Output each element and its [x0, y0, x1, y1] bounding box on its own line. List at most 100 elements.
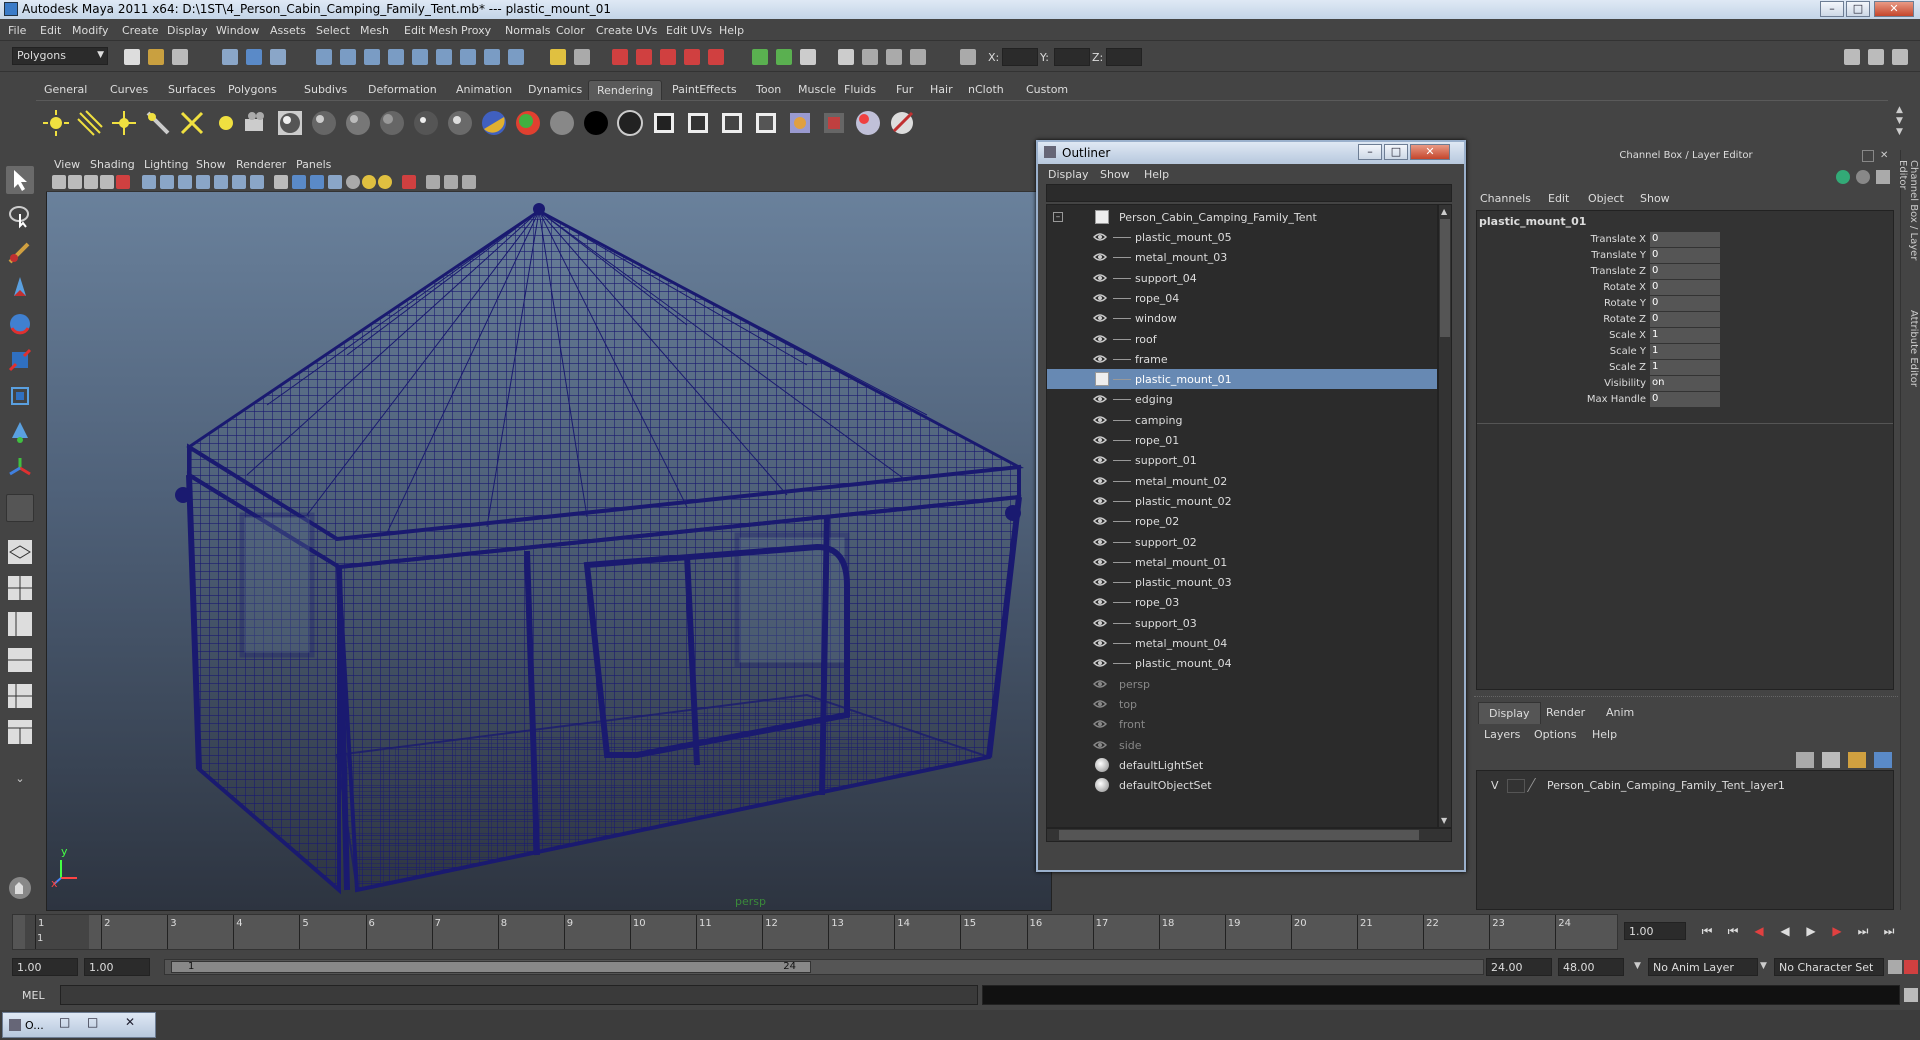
channel-row[interactable]: Scale X 1 — [1476, 328, 1894, 344]
menu-modify[interactable]: Modify — [72, 24, 108, 37]
channel-value[interactable]: 0 — [1650, 248, 1720, 263]
select-tool-icon[interactable] — [6, 166, 34, 194]
ambient-light-icon[interactable] — [212, 109, 240, 137]
volume-light-icon[interactable] — [178, 109, 206, 137]
command-input[interactable] — [60, 985, 978, 1005]
lasso-tool-icon[interactable] — [6, 202, 34, 230]
anim-layer-dropdown[interactable]: No Anim Layer — [1648, 958, 1758, 976]
character-set-chevron-icon[interactable]: ▼ — [1760, 961, 1767, 971]
persp-graph-layout-icon[interactable] — [6, 646, 34, 674]
rotate-tool-icon[interactable] — [6, 310, 34, 338]
shelf-tab-subdivs[interactable]: Subdivs — [296, 80, 355, 100]
menu-normals[interactable]: Normals — [505, 24, 551, 37]
channel-value[interactable]: 0 — [1650, 264, 1720, 279]
range-bar[interactable]: 1 24 — [164, 959, 1484, 975]
layer-tab-display[interactable]: Display — [1478, 702, 1541, 724]
render-current-frame-icon[interactable] — [684, 109, 712, 137]
outliner-vertical-scrollbar[interactable]: ▲ ▼ — [1438, 204, 1452, 828]
outliner-item-row[interactable]: frame — [1047, 349, 1437, 369]
outliner-item-row[interactable]: roof — [1047, 329, 1437, 349]
mask-icon[interactable] — [412, 49, 428, 65]
outliner-item-row[interactable]: rope_03 — [1047, 592, 1437, 612]
channel-box-menu-channels[interactable]: Channels — [1480, 192, 1531, 205]
shelf-tab-hair[interactable]: Hair — [922, 80, 961, 100]
two-d-pan-icon[interactable] — [116, 175, 130, 189]
menu-help[interactable]: Help — [719, 24, 744, 37]
black-shader-icon[interactable] — [582, 109, 610, 137]
animation-preferences-icon[interactable] — [1904, 960, 1918, 974]
outliner-item-row[interactable]: plastic_mount_03 — [1047, 572, 1437, 592]
camera-attributes-icon[interactable] — [68, 175, 82, 189]
channel-value[interactable]: 0 — [1650, 296, 1720, 311]
safe-action-icon[interactable] — [232, 175, 246, 189]
history-icon[interactable] — [800, 49, 816, 65]
single-pane-layout-icon[interactable] — [6, 538, 34, 566]
outliner-item-row[interactable]: support_03 — [1047, 613, 1437, 633]
script-editor-icon[interactable] — [1904, 988, 1918, 1002]
go-to-end-icon[interactable]: ⏭ — [1880, 924, 1898, 942]
anim-end-field[interactable]: 48.00 — [1558, 958, 1624, 976]
area-light-icon[interactable] — [144, 109, 172, 137]
y-field[interactable] — [1054, 48, 1090, 66]
menu-edit[interactable]: Edit — [40, 24, 61, 37]
channel-box-menu-edit[interactable]: Edit — [1548, 192, 1569, 205]
four-pane-layout-icon[interactable] — [6, 574, 34, 602]
anim-start-field[interactable]: 1.00 — [84, 958, 150, 976]
menu-file[interactable]: File — [8, 24, 26, 37]
smooth-shade-icon[interactable] — [292, 175, 306, 189]
channel-row[interactable]: Translate X 0 — [1476, 232, 1894, 248]
anisotropic-material-icon[interactable] — [412, 109, 440, 137]
shelf-tab-curves[interactable]: Curves — [102, 80, 156, 100]
lock-icon[interactable] — [550, 49, 566, 65]
menu-create[interactable]: Create — [122, 24, 159, 37]
film-gate-icon[interactable] — [160, 175, 174, 189]
start-time-field[interactable]: 1.00 — [12, 958, 78, 976]
restore-icon[interactable]: □ — [59, 1015, 70, 1029]
hypershade-icon[interactable] — [786, 109, 814, 137]
menu-display[interactable]: Display — [167, 24, 208, 37]
bookmark-icon[interactable] — [84, 175, 98, 189]
outliner-root-row[interactable]: – Person_Cabin_Camping_Family_Tent — [1047, 207, 1437, 227]
wireframe-icon[interactable] — [274, 175, 288, 189]
close-icon[interactable]: ✕ — [125, 1015, 135, 1029]
resolution-gate-icon[interactable] — [178, 175, 192, 189]
outliner-menu-show[interactable]: Show — [1100, 168, 1130, 181]
render-region-icon[interactable] — [752, 109, 780, 137]
shelf-tab-polygons[interactable]: Polygons — [220, 80, 285, 100]
output-ops-icon[interactable] — [776, 49, 792, 65]
channel-row[interactable]: Translate Y 0 — [1476, 248, 1894, 264]
playback-end-field[interactable]: 24.00 — [1486, 958, 1552, 976]
layer-tab-anim[interactable]: Anim — [1596, 702, 1644, 724]
phonge-material-icon[interactable] — [344, 109, 372, 137]
channel-box-key-icon[interactable] — [1836, 170, 1850, 184]
snap-curve-icon[interactable] — [636, 49, 652, 65]
point-light-icon[interactable] — [42, 109, 70, 137]
mask-icon[interactable] — [460, 49, 476, 65]
minimize-button[interactable]: – — [1820, 1, 1844, 17]
layer-color-swatch[interactable] — [1526, 778, 1548, 792]
channel-row[interactable]: Scale Z 1 — [1476, 360, 1894, 376]
channel-value[interactable]: 1 — [1650, 360, 1720, 375]
default-lights-icon[interactable] — [346, 175, 360, 189]
current-time-field[interactable]: 1.00 — [1624, 922, 1686, 940]
grid-icon[interactable] — [142, 175, 156, 189]
viewport-menu-show[interactable]: Show — [196, 158, 226, 171]
channel-row[interactable]: Translate Z 0 — [1476, 264, 1894, 280]
ramp-shader-icon[interactable] — [446, 109, 474, 137]
outliner-item-row[interactable]: rope_01 — [1047, 430, 1437, 450]
menu-mesh[interactable]: Mesh — [360, 24, 389, 37]
render-settings-icon[interactable] — [910, 49, 926, 65]
channel-value[interactable]: 0 — [1650, 312, 1720, 327]
all-lights-icon[interactable] — [362, 175, 376, 189]
maximize-button[interactable]: □ — [1846, 1, 1870, 17]
x-field[interactable] — [1002, 48, 1038, 66]
snap-grid-icon[interactable] — [612, 49, 628, 65]
anim-layer-chevron-icon[interactable]: ▼ — [1634, 961, 1641, 971]
viewport-menu-lighting[interactable]: Lighting — [144, 158, 188, 171]
side-tab-attribute-editor[interactable]: Attribute Editor — [1903, 310, 1919, 410]
menu-color[interactable]: Color — [556, 24, 585, 37]
shelf-tab-ncloth[interactable]: nCloth — [960, 80, 1012, 100]
outliner-item-row[interactable]: plastic_mount_05 — [1047, 227, 1437, 247]
shelf-tab-rendering[interactable]: Rendering — [588, 80, 663, 100]
snap-live-icon[interactable] — [708, 49, 724, 65]
